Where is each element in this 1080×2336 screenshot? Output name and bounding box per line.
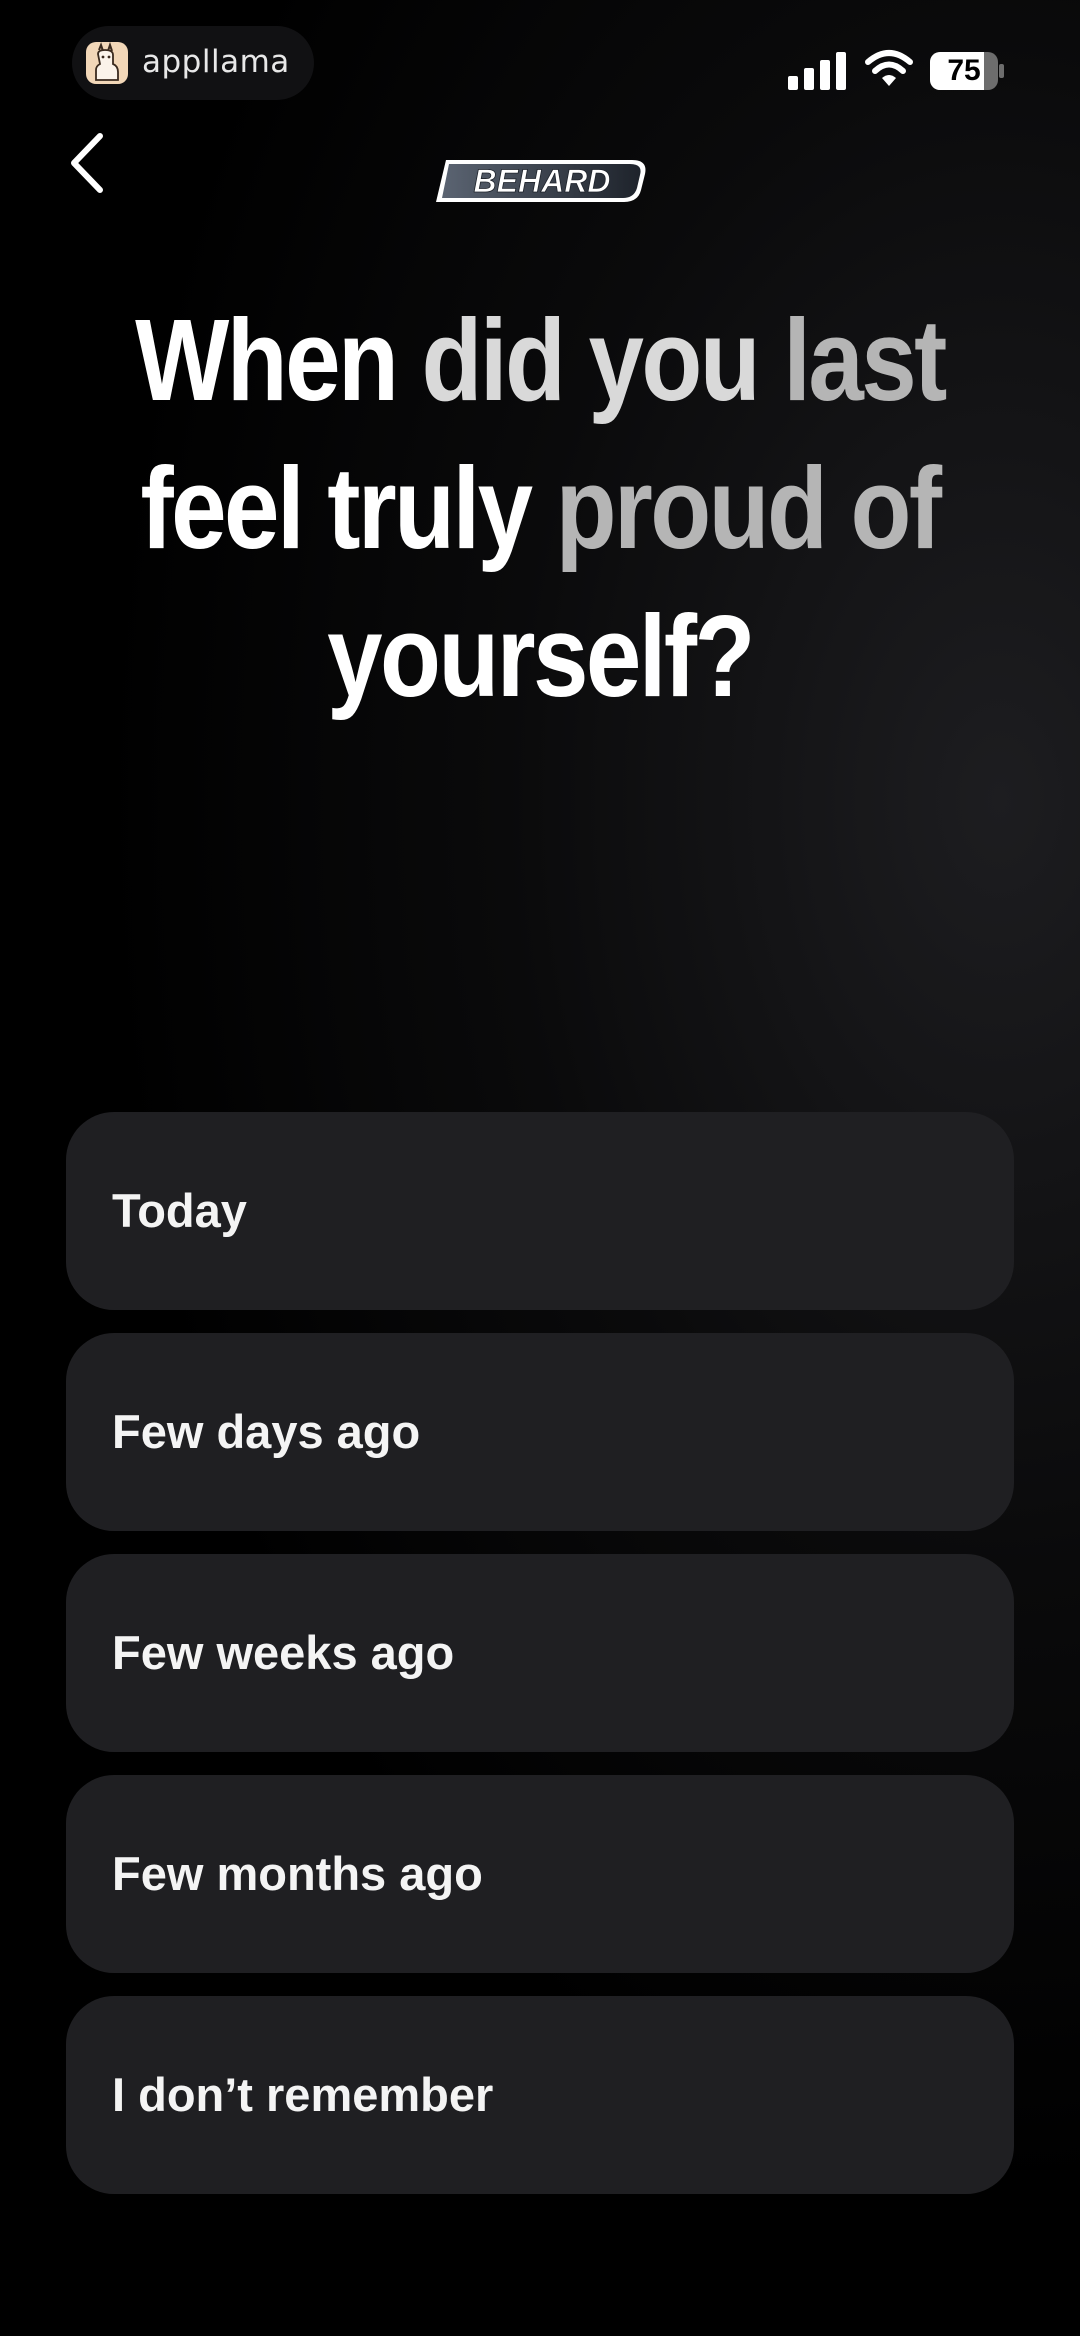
question-part: last — [783, 295, 947, 425]
app-indicator-pill[interactable]: appllama — [72, 26, 314, 100]
option-label: Few weeks ago — [112, 1626, 455, 1679]
chevron-left-icon — [71, 133, 103, 193]
question-part: did you — [421, 295, 784, 425]
option-few-days-ago[interactable]: Few days ago — [66, 1333, 1014, 1531]
option-today[interactable]: Today — [66, 1112, 1014, 1310]
option-few-months-ago[interactable]: Few months ago — [66, 1775, 1014, 1973]
question-part: feel truly — [140, 443, 556, 573]
back-button[interactable] — [60, 128, 120, 198]
option-label: Few months ago — [112, 1847, 483, 1900]
answer-options-list: Today Few days ago Few weeks ago Few mon… — [66, 1112, 1014, 2217]
status-bar: appllama 75 — [0, 0, 1080, 110]
llama-app-icon — [86, 41, 128, 84]
option-few-weeks-ago[interactable]: Few weeks ago — [66, 1554, 1014, 1752]
cellular-signal-icon — [788, 52, 846, 90]
wifi-icon — [865, 50, 913, 86]
option-label: I don’t remember — [112, 2068, 494, 2121]
option-dont-remember[interactable]: I don’t remember — [66, 1996, 1014, 2194]
option-label: Today — [112, 1184, 247, 1237]
question-part: When — [135, 295, 422, 425]
question-part: proud of — [555, 443, 942, 573]
question-title: When did you last feel truly proud of yo… — [127, 286, 953, 730]
app-name: appllama — [142, 44, 290, 80]
option-label: Few days ago — [112, 1405, 421, 1458]
battery-percentage: 75 — [947, 54, 981, 87]
question-part: yourself? — [327, 591, 755, 721]
behard-logo: BEHARD — [436, 160, 646, 202]
svg-text:BEHARD: BEHARD — [474, 163, 611, 199]
